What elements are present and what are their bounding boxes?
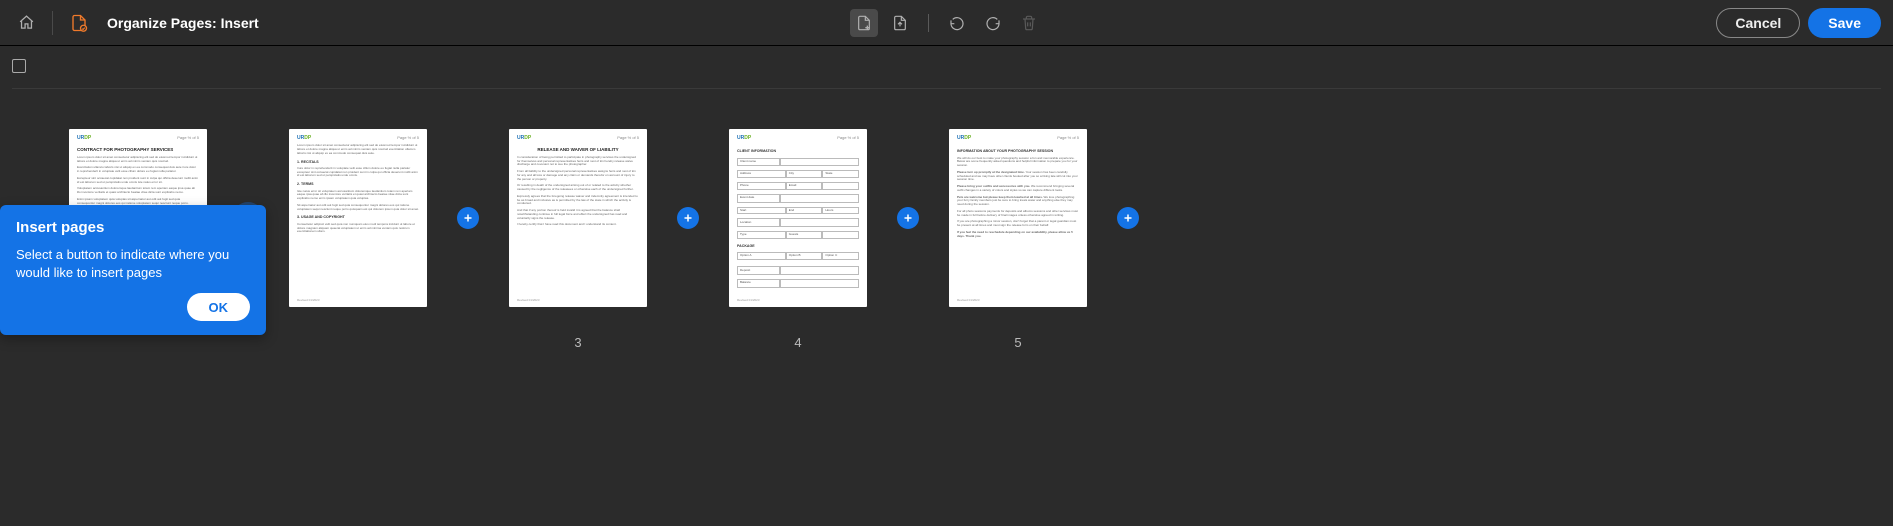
insert-button[interactable] [1117, 207, 1139, 229]
tooltip-ok-button[interactable]: OK [187, 293, 251, 321]
footer-text: Revised 01/2023 [517, 299, 540, 303]
doc-heading: CONTRACT FOR PHOTOGRAPHY SERVICES [77, 147, 199, 153]
insert-button[interactable] [677, 207, 699, 229]
logo-text: DP [524, 135, 531, 141]
undo-icon[interactable] [943, 9, 971, 37]
page-number-label: 3 [574, 335, 581, 350]
redo-icon[interactable] [979, 9, 1007, 37]
divider [52, 11, 53, 35]
page-thumbnail-3[interactable]: URDP Page % of 5 RELEASE AND WAIVER OF L… [490, 129, 666, 350]
select-all-checkbox[interactable] [12, 59, 26, 73]
insert-pages-tooltip: Insert pages Select a button to indicate… [0, 205, 266, 335]
logo-text: DP [84, 135, 91, 141]
top-toolbar: Organize Pages: Insert Cancel Save [0, 0, 1893, 46]
insert-slot-3 [666, 129, 710, 307]
extract-page-icon[interactable] [886, 9, 914, 37]
insert-page-icon[interactable] [850, 9, 878, 37]
doc-heading: INFORMATION ABOUT YOUR PHOTOGRAPHY SESSI… [957, 149, 1079, 153]
logo-text: DP [964, 135, 971, 141]
page-thumbnail-5[interactable]: URDP Page % of 5 INFORMATION ABOUT YOUR … [930, 129, 1106, 350]
doc-subheading: 1. RECITALS [297, 160, 419, 164]
page-header-text: Page % of 5 [617, 135, 639, 140]
save-button[interactable]: Save [1808, 8, 1881, 38]
trash-icon [1015, 9, 1043, 37]
footer-text: Revised 01/2023 [957, 299, 980, 303]
page-header-text: Page % of 5 [837, 135, 859, 140]
insert-slot-5 [1106, 129, 1150, 307]
logo-text: DP [744, 135, 751, 141]
thumbnails-area: URDP Page % of 5 CONTRACT FOR PHOTOGRAPH… [0, 89, 1893, 409]
footer-text: Revised 01/2023 [737, 299, 760, 303]
cancel-button[interactable]: Cancel [1716, 8, 1800, 38]
insert-slot-2 [446, 129, 490, 307]
doc-heading: CLIENT INFORMATION [737, 149, 859, 153]
page-thumbnail-1[interactable]: URDP Page % of 5 CONTRACT FOR PHOTOGRAPH… [50, 129, 226, 335]
doc-subheading: 3. USAGE AND COPYRIGHT [297, 215, 419, 219]
tooltip-title: Insert pages [16, 219, 250, 236]
page-header-text: Page % of 5 [177, 135, 199, 140]
divider [928, 14, 929, 32]
insert-slot-4 [886, 129, 930, 307]
logo-text: DP [304, 135, 311, 141]
page-header-text: Page % of 5 [1057, 135, 1079, 140]
page-thumbnail-2[interactable]: URDP Page % of 5 Lorem ipsum dolor sit a… [270, 129, 446, 335]
document-icon [65, 9, 93, 37]
footer-text: Revised 01/2023 [297, 299, 320, 303]
tooltip-body: Select a button to indicate where you wo… [16, 246, 250, 281]
insert-button[interactable] [897, 207, 919, 229]
page-thumbnail-4[interactable]: URDP Page % of 5 CLIENT INFORMATION Clie… [710, 129, 886, 350]
doc-subheading: 2. TERMS [297, 182, 419, 186]
insert-button[interactable] [457, 207, 479, 229]
page-title: Organize Pages: Insert [107, 15, 259, 31]
page-header-text: Page % of 5 [397, 135, 419, 140]
page-number-label: 5 [1014, 335, 1021, 350]
selection-row [0, 46, 1893, 78]
doc-heading: RELEASE AND WAIVER OF LIABILITY [517, 147, 639, 153]
home-icon[interactable] [12, 9, 40, 37]
page-number-label: 4 [794, 335, 801, 350]
